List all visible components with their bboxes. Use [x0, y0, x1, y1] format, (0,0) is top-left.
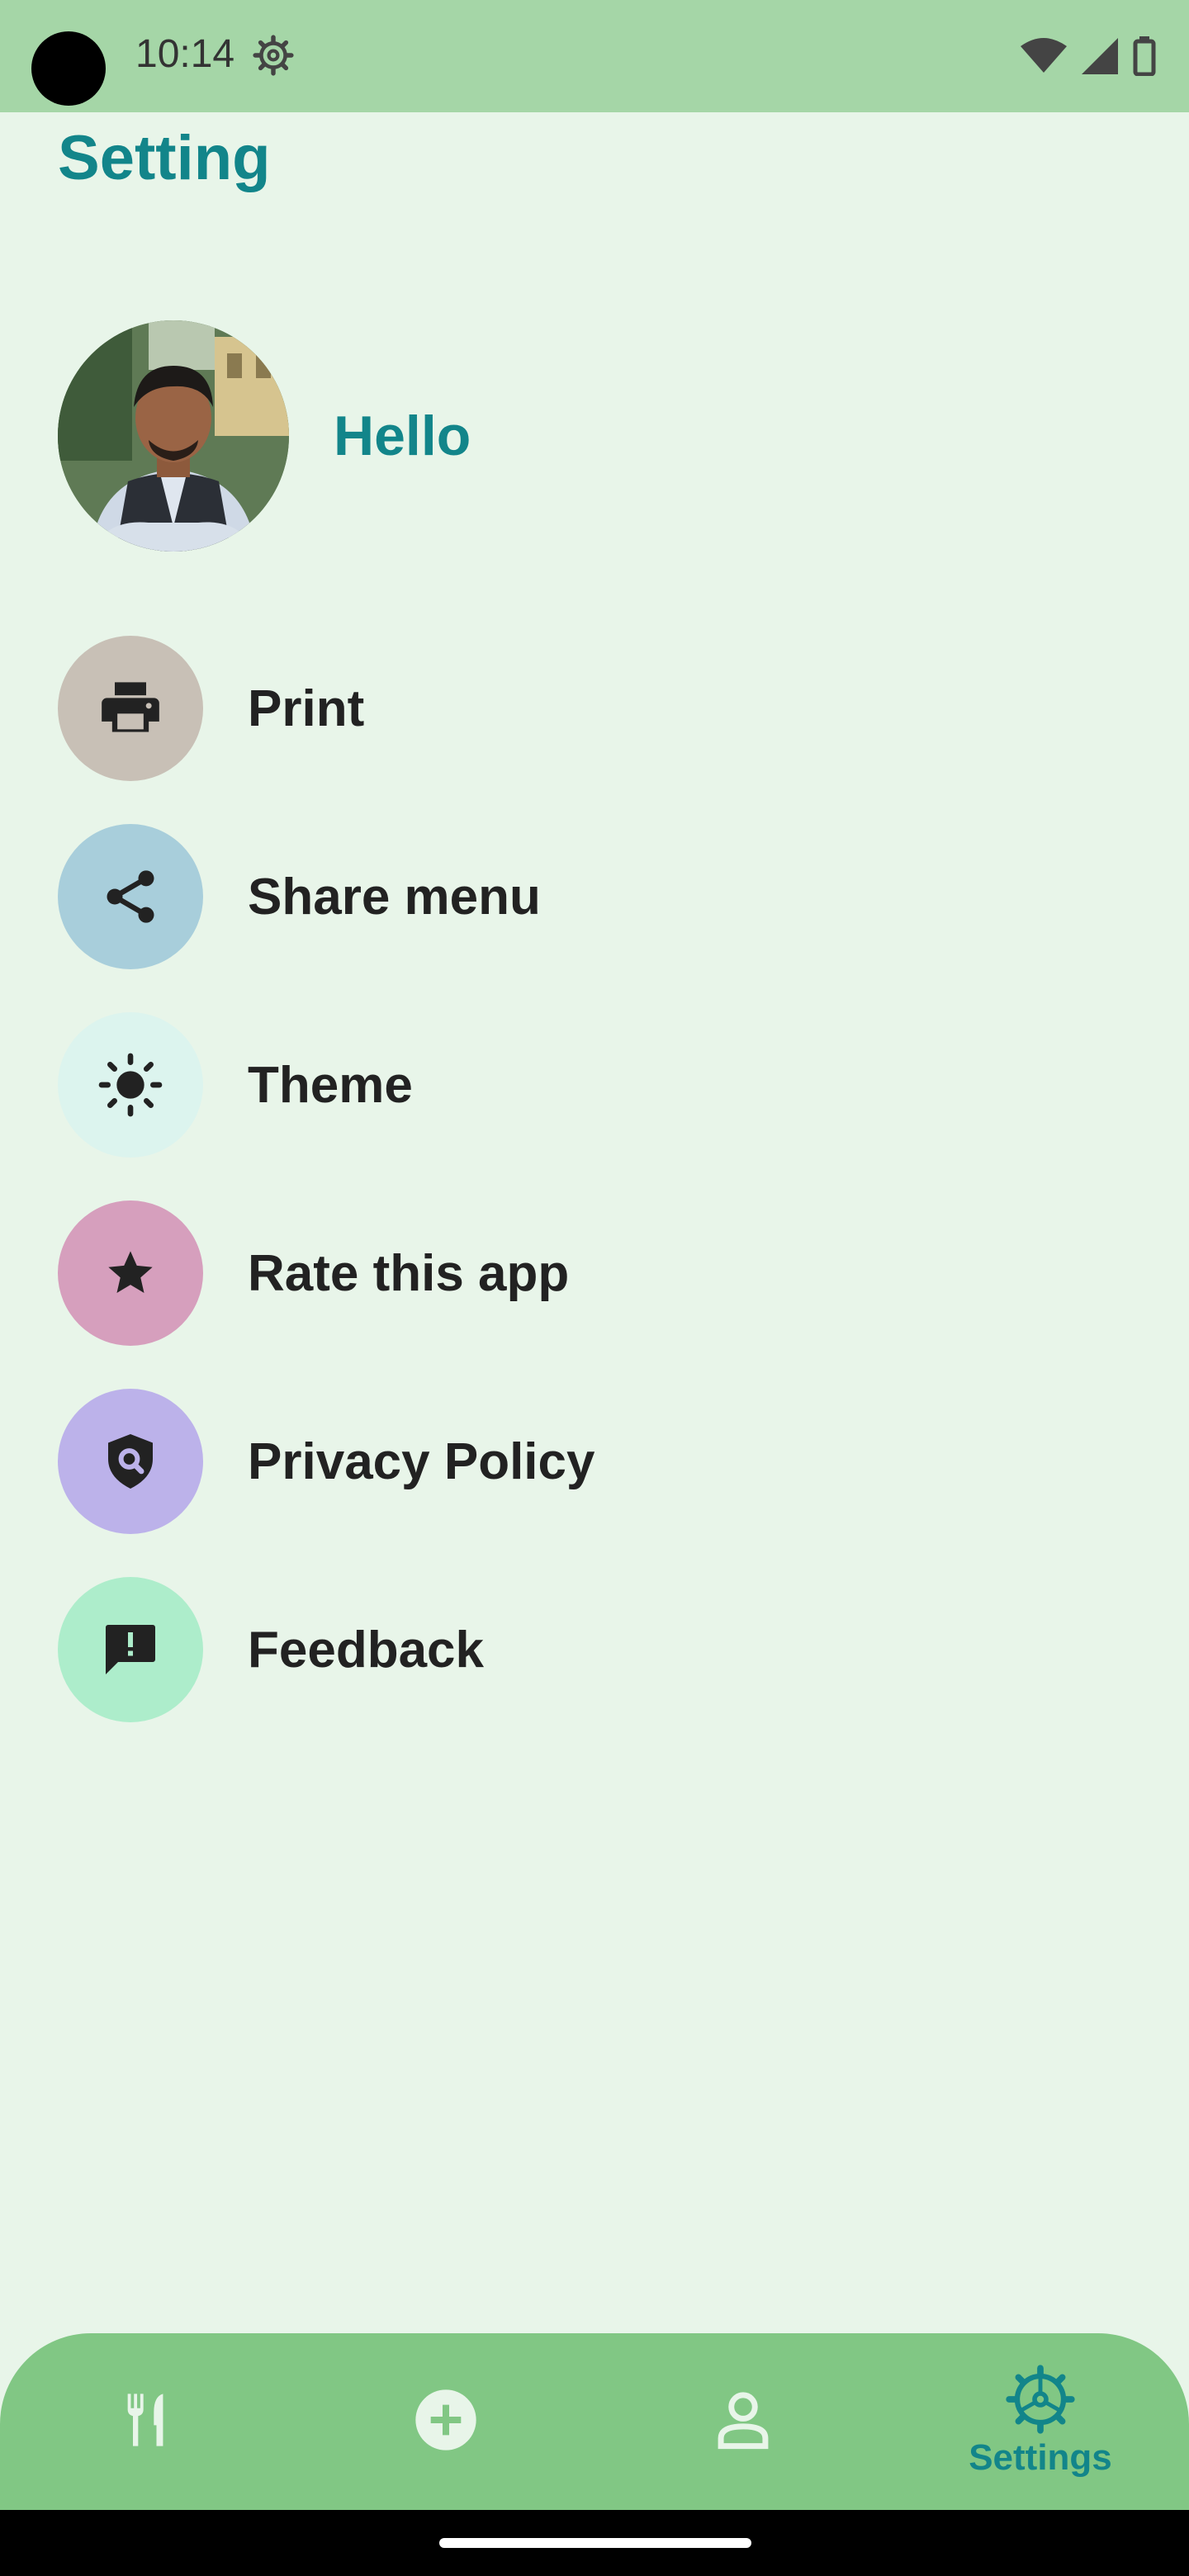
- menu-item-label: Print: [248, 680, 365, 737]
- settings-icon: [1006, 2365, 1075, 2434]
- menu-item-label: Feedback: [248, 1621, 485, 1679]
- wifi-icon: [1021, 38, 1067, 73]
- menu-item-share[interactable]: Share menu: [58, 824, 1131, 969]
- nav-item-profile[interactable]: [594, 2333, 892, 2510]
- nav-item-menu[interactable]: [0, 2333, 297, 2510]
- menu-item-label: Share menu: [248, 868, 541, 926]
- battery-icon: [1133, 36, 1156, 76]
- feedback-icon: [58, 1577, 203, 1722]
- add-circle-icon: [415, 2389, 476, 2451]
- page-title: Setting: [58, 123, 271, 193]
- profile-greeting: Hello: [334, 405, 471, 467]
- menu-item-print[interactable]: Print: [58, 636, 1131, 781]
- menu-item-label: Privacy Policy: [248, 1432, 595, 1490]
- status-bar: 10:14: [0, 0, 1189, 112]
- nav-item-settings[interactable]: Settings: [892, 2333, 1189, 2510]
- avatar[interactable]: [58, 320, 289, 552]
- menu-item-label: Rate this app: [248, 1244, 570, 1302]
- privacy-shield-icon: [58, 1389, 203, 1534]
- settings-icon: [253, 35, 294, 76]
- menu-item-feedback[interactable]: Feedback: [58, 1577, 1131, 1722]
- print-icon: [58, 636, 203, 781]
- menu-item-privacy-policy[interactable]: Privacy Policy: [58, 1389, 1131, 1534]
- restaurant-icon: [127, 2394, 163, 2446]
- bottom-navigation: Settings: [0, 2333, 1189, 2510]
- star-icon: [58, 1200, 203, 1346]
- home-gesture-handle[interactable]: [439, 2538, 751, 2548]
- nav-label-settings: Settings: [969, 2437, 1112, 2478]
- camera-cutout: [31, 31, 106, 106]
- system-navigation-bar: [0, 2510, 1189, 2576]
- sun-icon: [58, 1012, 203, 1158]
- menu-item-theme[interactable]: Theme: [58, 1012, 1131, 1158]
- status-time: 10:14: [135, 32, 235, 76]
- settings-menu: Print Share menu Theme Rate this app Pri…: [58, 636, 1131, 1765]
- menu-item-label: Theme: [248, 1056, 413, 1114]
- nav-item-add[interactable]: [297, 2333, 594, 2510]
- menu-item-rate-app[interactable]: Rate this app: [58, 1200, 1131, 1346]
- person-icon: [718, 2392, 769, 2450]
- profile-section: Hello: [58, 320, 471, 552]
- cellular-signal-icon: [1082, 38, 1118, 74]
- share-icon: [58, 824, 203, 969]
